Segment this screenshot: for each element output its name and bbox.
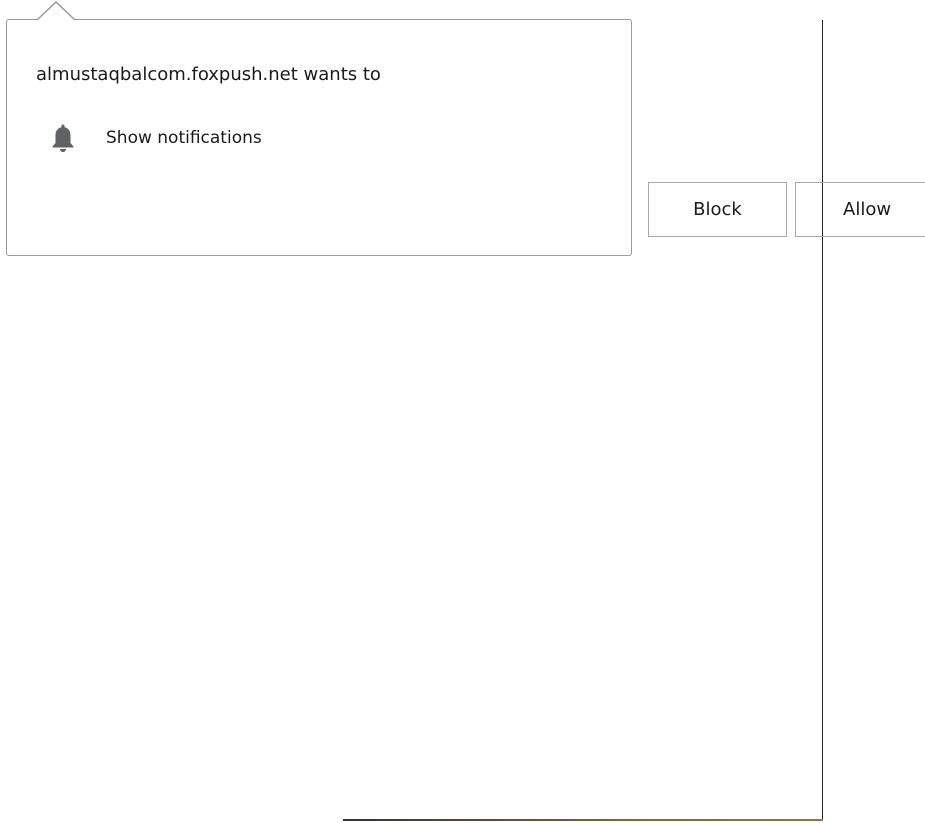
- bell-icon: [48, 121, 78, 155]
- permission-label: Show notifications: [106, 128, 262, 148]
- permission-popup: almustaqbalcom.foxpush.net wants to Show…: [6, 19, 632, 256]
- allow-button[interactable]: Allow: [795, 182, 925, 237]
- page-divider-vertical: [822, 20, 823, 820]
- permission-row: Show notifications: [48, 120, 262, 156]
- popup-pointer-fill: [38, 3, 74, 20]
- popup-title: almustaqbalcom.foxpush.net wants to: [36, 64, 381, 85]
- block-button[interactable]: Block: [648, 182, 787, 237]
- page-divider-horizontal: [343, 819, 823, 821]
